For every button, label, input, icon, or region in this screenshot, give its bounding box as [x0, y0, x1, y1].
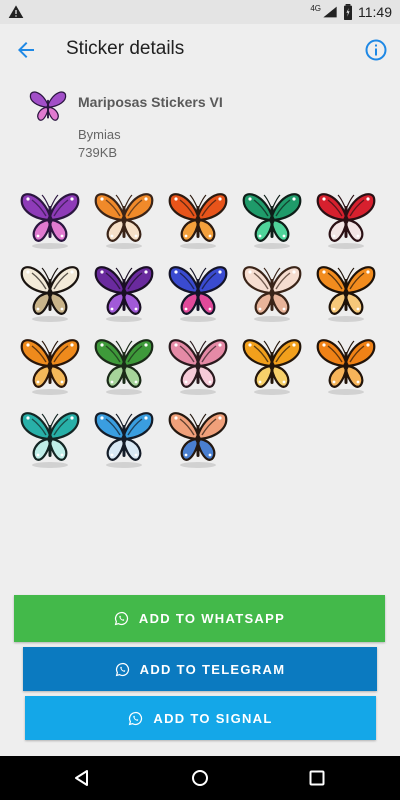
sticker-item[interactable]: [240, 259, 304, 323]
add-to-signal-label: ADD TO SIGNAL: [153, 710, 273, 726]
butterfly-icon: [20, 193, 80, 249]
status-bar: 4G 11:49: [0, 0, 400, 24]
sticker-item[interactable]: [166, 186, 230, 250]
butterfly-icon: [20, 339, 80, 395]
butterfly-icon: [242, 193, 302, 249]
butterfly-icon: [316, 193, 376, 249]
sticker-item[interactable]: [92, 405, 156, 469]
sticker-item[interactable]: [18, 332, 82, 396]
butterfly-icon: [94, 193, 154, 249]
sticker-item[interactable]: [18, 259, 82, 323]
wifi-icon: [323, 6, 337, 18]
butterfly-icon: [94, 339, 154, 395]
butterfly-icon: [316, 266, 376, 322]
sticker-item[interactable]: [314, 259, 378, 323]
sticker-item[interactable]: [166, 405, 230, 469]
page-title: Sticker details: [66, 38, 185, 59]
butterfly-icon: [20, 266, 80, 322]
add-to-telegram-label: ADD TO TELEGRAM: [139, 661, 286, 677]
nav-back-icon[interactable]: [72, 768, 92, 788]
network-type: 4G: [310, 4, 321, 13]
pack-tray-icon: [29, 91, 67, 121]
sticker-item[interactable]: [314, 186, 378, 250]
warning-icon: [8, 5, 24, 18]
sticker-item[interactable]: [18, 405, 82, 469]
add-to-telegram-button[interactable]: ADD TO TELEGRAM: [23, 647, 377, 691]
add-to-whatsapp-label: ADD TO WHATSAPP: [138, 611, 286, 626]
butterfly-icon: [242, 266, 302, 322]
nav-home-icon[interactable]: [190, 768, 210, 788]
pack-name: Mariposas Stickers VI: [78, 94, 223, 110]
sticker-item[interactable]: [240, 186, 304, 250]
butterfly-icon: [168, 193, 228, 249]
sticker-item[interactable]: [18, 186, 82, 250]
butterfly-icon: [20, 412, 80, 468]
butterfly-icon: [316, 339, 376, 395]
whatsapp-icon: [129, 711, 143, 725]
pack-author: Bymias: [78, 127, 121, 142]
add-to-signal-button[interactable]: ADD TO SIGNAL: [25, 696, 376, 740]
butterfly-icon: [168, 412, 228, 468]
info-icon[interactable]: [364, 38, 388, 62]
sticker-item[interactable]: [92, 259, 156, 323]
sticker-item[interactable]: [166, 332, 230, 396]
whatsapp-icon: [115, 662, 129, 676]
sticker-item[interactable]: [314, 332, 378, 396]
add-to-whatsapp-button[interactable]: ADD TO WHATSAPP: [14, 595, 385, 642]
butterfly-icon: [94, 266, 154, 322]
sticker-item[interactable]: [92, 186, 156, 250]
whatsapp-icon: [114, 611, 129, 626]
battery-icon: [344, 4, 352, 20]
sticker-item[interactable]: [92, 332, 156, 396]
butterfly-icon: [168, 339, 228, 395]
app-bar: Sticker details: [0, 24, 400, 76]
nav-recents-icon[interactable]: [307, 768, 327, 788]
butterfly-icon: [94, 412, 154, 468]
butterfly-icon: [242, 339, 302, 395]
sticker-grid: [18, 186, 386, 476]
sticker-item[interactable]: [240, 332, 304, 396]
clock: 11:49: [358, 4, 392, 20]
system-nav-bar: [0, 756, 400, 800]
sticker-item[interactable]: [166, 259, 230, 323]
butterfly-icon: [168, 266, 228, 322]
pack-header: Mariposas Stickers VI Bymias 739KB: [0, 76, 400, 176]
arrow-back-icon[interactable]: [14, 38, 38, 62]
pack-size: 739KB: [78, 145, 118, 160]
